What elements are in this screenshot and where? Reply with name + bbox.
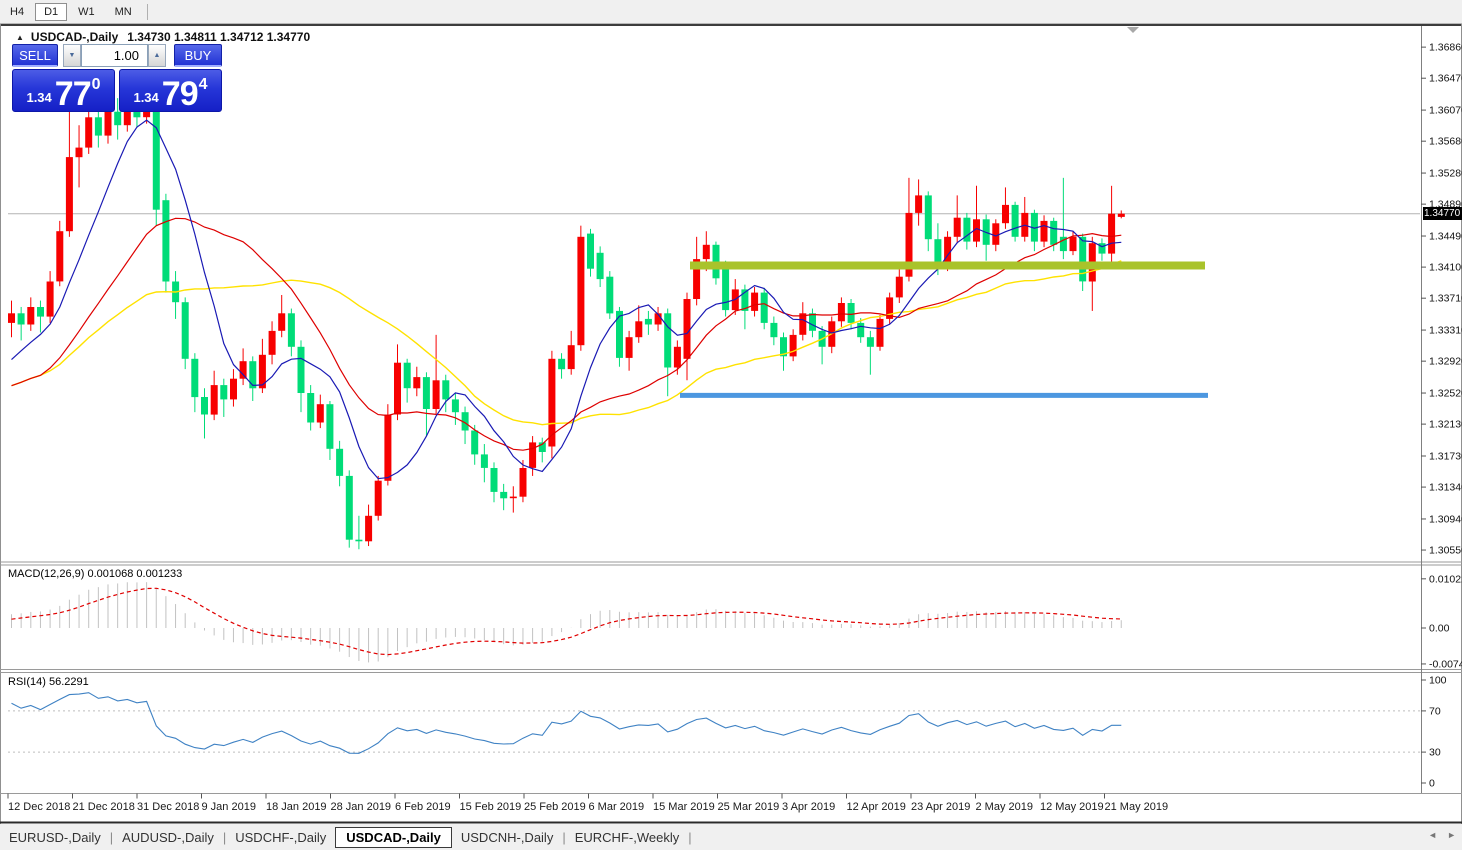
rsi-indicator-label: RSI(14) 56.2291 <box>8 676 89 688</box>
svg-text:1.33710: 1.33710 <box>1429 293 1462 305</box>
buy-price-big: 79 <box>162 80 198 110</box>
mt4-window: 1.368601.364701.360701.356801.352801.348… <box>0 0 1462 850</box>
chart-ohlc-values: 1.34730 1.34811 1.34712 1.34770 <box>127 30 310 44</box>
svg-text:70: 70 <box>1429 705 1441 717</box>
sell-button[interactable]: SELL <box>12 44 58 67</box>
date-axis-label: 6 Feb 2019 <box>395 801 451 813</box>
macd-indicator-label: MACD(12,26,9) 0.001068 0.001233 <box>8 568 182 580</box>
svg-text:1.35680: 1.35680 <box>1429 136 1462 148</box>
tab-scroll-right-icon[interactable]: ► <box>1447 830 1456 840</box>
chart-symbol-label: USDCAD-,Daily <box>31 30 118 44</box>
sell-price-pip: 0 <box>92 76 101 94</box>
toolbar-separator <box>147 4 148 20</box>
svg-text:0.010229: 0.010229 <box>1429 573 1462 585</box>
buy-price-pip: 4 <box>199 76 208 94</box>
svg-text:1.32920: 1.32920 <box>1429 356 1462 368</box>
chart-tab-usdcnh[interactable]: USDCNH-,Daily <box>452 827 562 848</box>
svg-text:1.34100: 1.34100 <box>1429 262 1462 274</box>
chart-title: ▲ USDCAD-,Daily 1.34730 1.34811 1.34712 … <box>16 30 310 44</box>
svg-text:0.00: 0.00 <box>1429 623 1450 635</box>
date-axis-label: 21 Dec 2018 <box>73 801 135 813</box>
svg-text:1.30550: 1.30550 <box>1429 545 1462 557</box>
collapse-panel-icon[interactable]: ▲ <box>16 33 24 42</box>
sell-price-prefix: 1.34 <box>26 90 51 105</box>
date-axis-label: 28 Jan 2019 <box>331 801 392 813</box>
volume-input[interactable]: 1.00 <box>81 44 148 67</box>
date-axis-label: 9 Jan 2019 <box>202 801 256 813</box>
buy-price-prefix: 1.34 <box>133 90 158 105</box>
sell-price-big: 77 <box>55 80 91 110</box>
date-axis-label: 12 Apr 2019 <box>847 801 906 813</box>
date-axis-label: 23 Apr 2019 <box>911 801 970 813</box>
svg-text:1.33310: 1.33310 <box>1429 325 1462 337</box>
date-axis-label: 25 Mar 2019 <box>718 801 780 813</box>
svg-text:1.32130: 1.32130 <box>1429 419 1462 431</box>
timeframe-button-mn[interactable]: MN <box>106 3 141 21</box>
date-axis-label: 15 Feb 2019 <box>460 801 522 813</box>
svg-text:1.31340: 1.31340 <box>1429 482 1462 494</box>
volume-decrease-button[interactable]: ▼ <box>63 44 81 67</box>
svg-text:1.36070: 1.36070 <box>1429 105 1462 117</box>
svg-text:1.34490: 1.34490 <box>1429 231 1462 243</box>
chart-tab-bar: EURUSD-,Daily|AUDUSD-,Daily|USDCHF-,Dail… <box>0 824 1462 850</box>
buy-price-box[interactable]: 1.34 79 4 <box>119 69 222 112</box>
date-axis-label: 6 Mar 2019 <box>589 801 645 813</box>
date-axis-label: 2 May 2019 <box>976 801 1033 813</box>
date-axis-label: 31 Dec 2018 <box>137 801 199 813</box>
timeframe-button-h4[interactable]: H4 <box>1 3 33 21</box>
tab-separator: | <box>688 830 691 845</box>
date-axis-label: 12 May 2019 <box>1040 801 1104 813</box>
svg-text:1.32520: 1.32520 <box>1429 388 1462 400</box>
chevron-up-icon: ▲ <box>154 52 161 59</box>
svg-text:1.31730: 1.31730 <box>1429 450 1462 462</box>
timeframe-button-w1[interactable]: W1 <box>69 3 104 21</box>
svg-text:1.36470: 1.36470 <box>1429 73 1462 85</box>
chart-tab-eurchf[interactable]: EURCHF-,Weekly <box>566 827 689 848</box>
svg-text:-0.007477: -0.007477 <box>1429 658 1462 670</box>
one-click-trading-panel: SELL ▼ 1.00 ▲ BUY 1.34 77 0 1.34 79 4 <box>12 44 222 112</box>
chart-tab-usdchf[interactable]: USDCHF-,Daily <box>226 827 335 848</box>
tab-scroll-left-icon[interactable]: ◄ <box>1428 830 1437 840</box>
svg-text:1.35280: 1.35280 <box>1429 168 1462 180</box>
svg-text:0: 0 <box>1429 778 1435 790</box>
chart-tab-usdcad[interactable]: USDCAD-,Daily <box>335 827 452 848</box>
date-axis-label: 3 Apr 2019 <box>782 801 835 813</box>
chart-tab-audusd[interactable]: AUDUSD-,Daily <box>113 827 223 848</box>
chart-tab-eurusd[interactable]: EURUSD-,Daily <box>0 827 110 848</box>
timeframe-button-d1[interactable]: D1 <box>35 3 67 21</box>
date-axis-label: 21 May 2019 <box>1105 801 1169 813</box>
current-price-badge: 1.34770 <box>1423 207 1462 220</box>
date-axis-label: 12 Dec 2018 <box>8 801 70 813</box>
timeframe-toolbar: H4D1W1MN <box>0 0 1462 24</box>
svg-text:1.36860: 1.36860 <box>1429 42 1462 54</box>
svg-text:1.30940: 1.30940 <box>1429 513 1462 525</box>
chevron-down-icon: ▼ <box>69 52 76 59</box>
buy-button[interactable]: BUY <box>174 44 222 67</box>
svg-text:30: 30 <box>1429 747 1441 759</box>
sell-price-box[interactable]: 1.34 77 0 <box>12 69 115 112</box>
date-axis-label: 18 Jan 2019 <box>266 801 327 813</box>
chart-plot-area[interactable]: 1.368601.364701.360701.356801.352801.348… <box>0 0 1462 850</box>
date-axis-label: 15 Mar 2019 <box>653 801 715 813</box>
date-axis-label: 25 Feb 2019 <box>524 801 586 813</box>
volume-increase-button[interactable]: ▲ <box>148 44 166 67</box>
svg-text:100: 100 <box>1429 675 1447 687</box>
